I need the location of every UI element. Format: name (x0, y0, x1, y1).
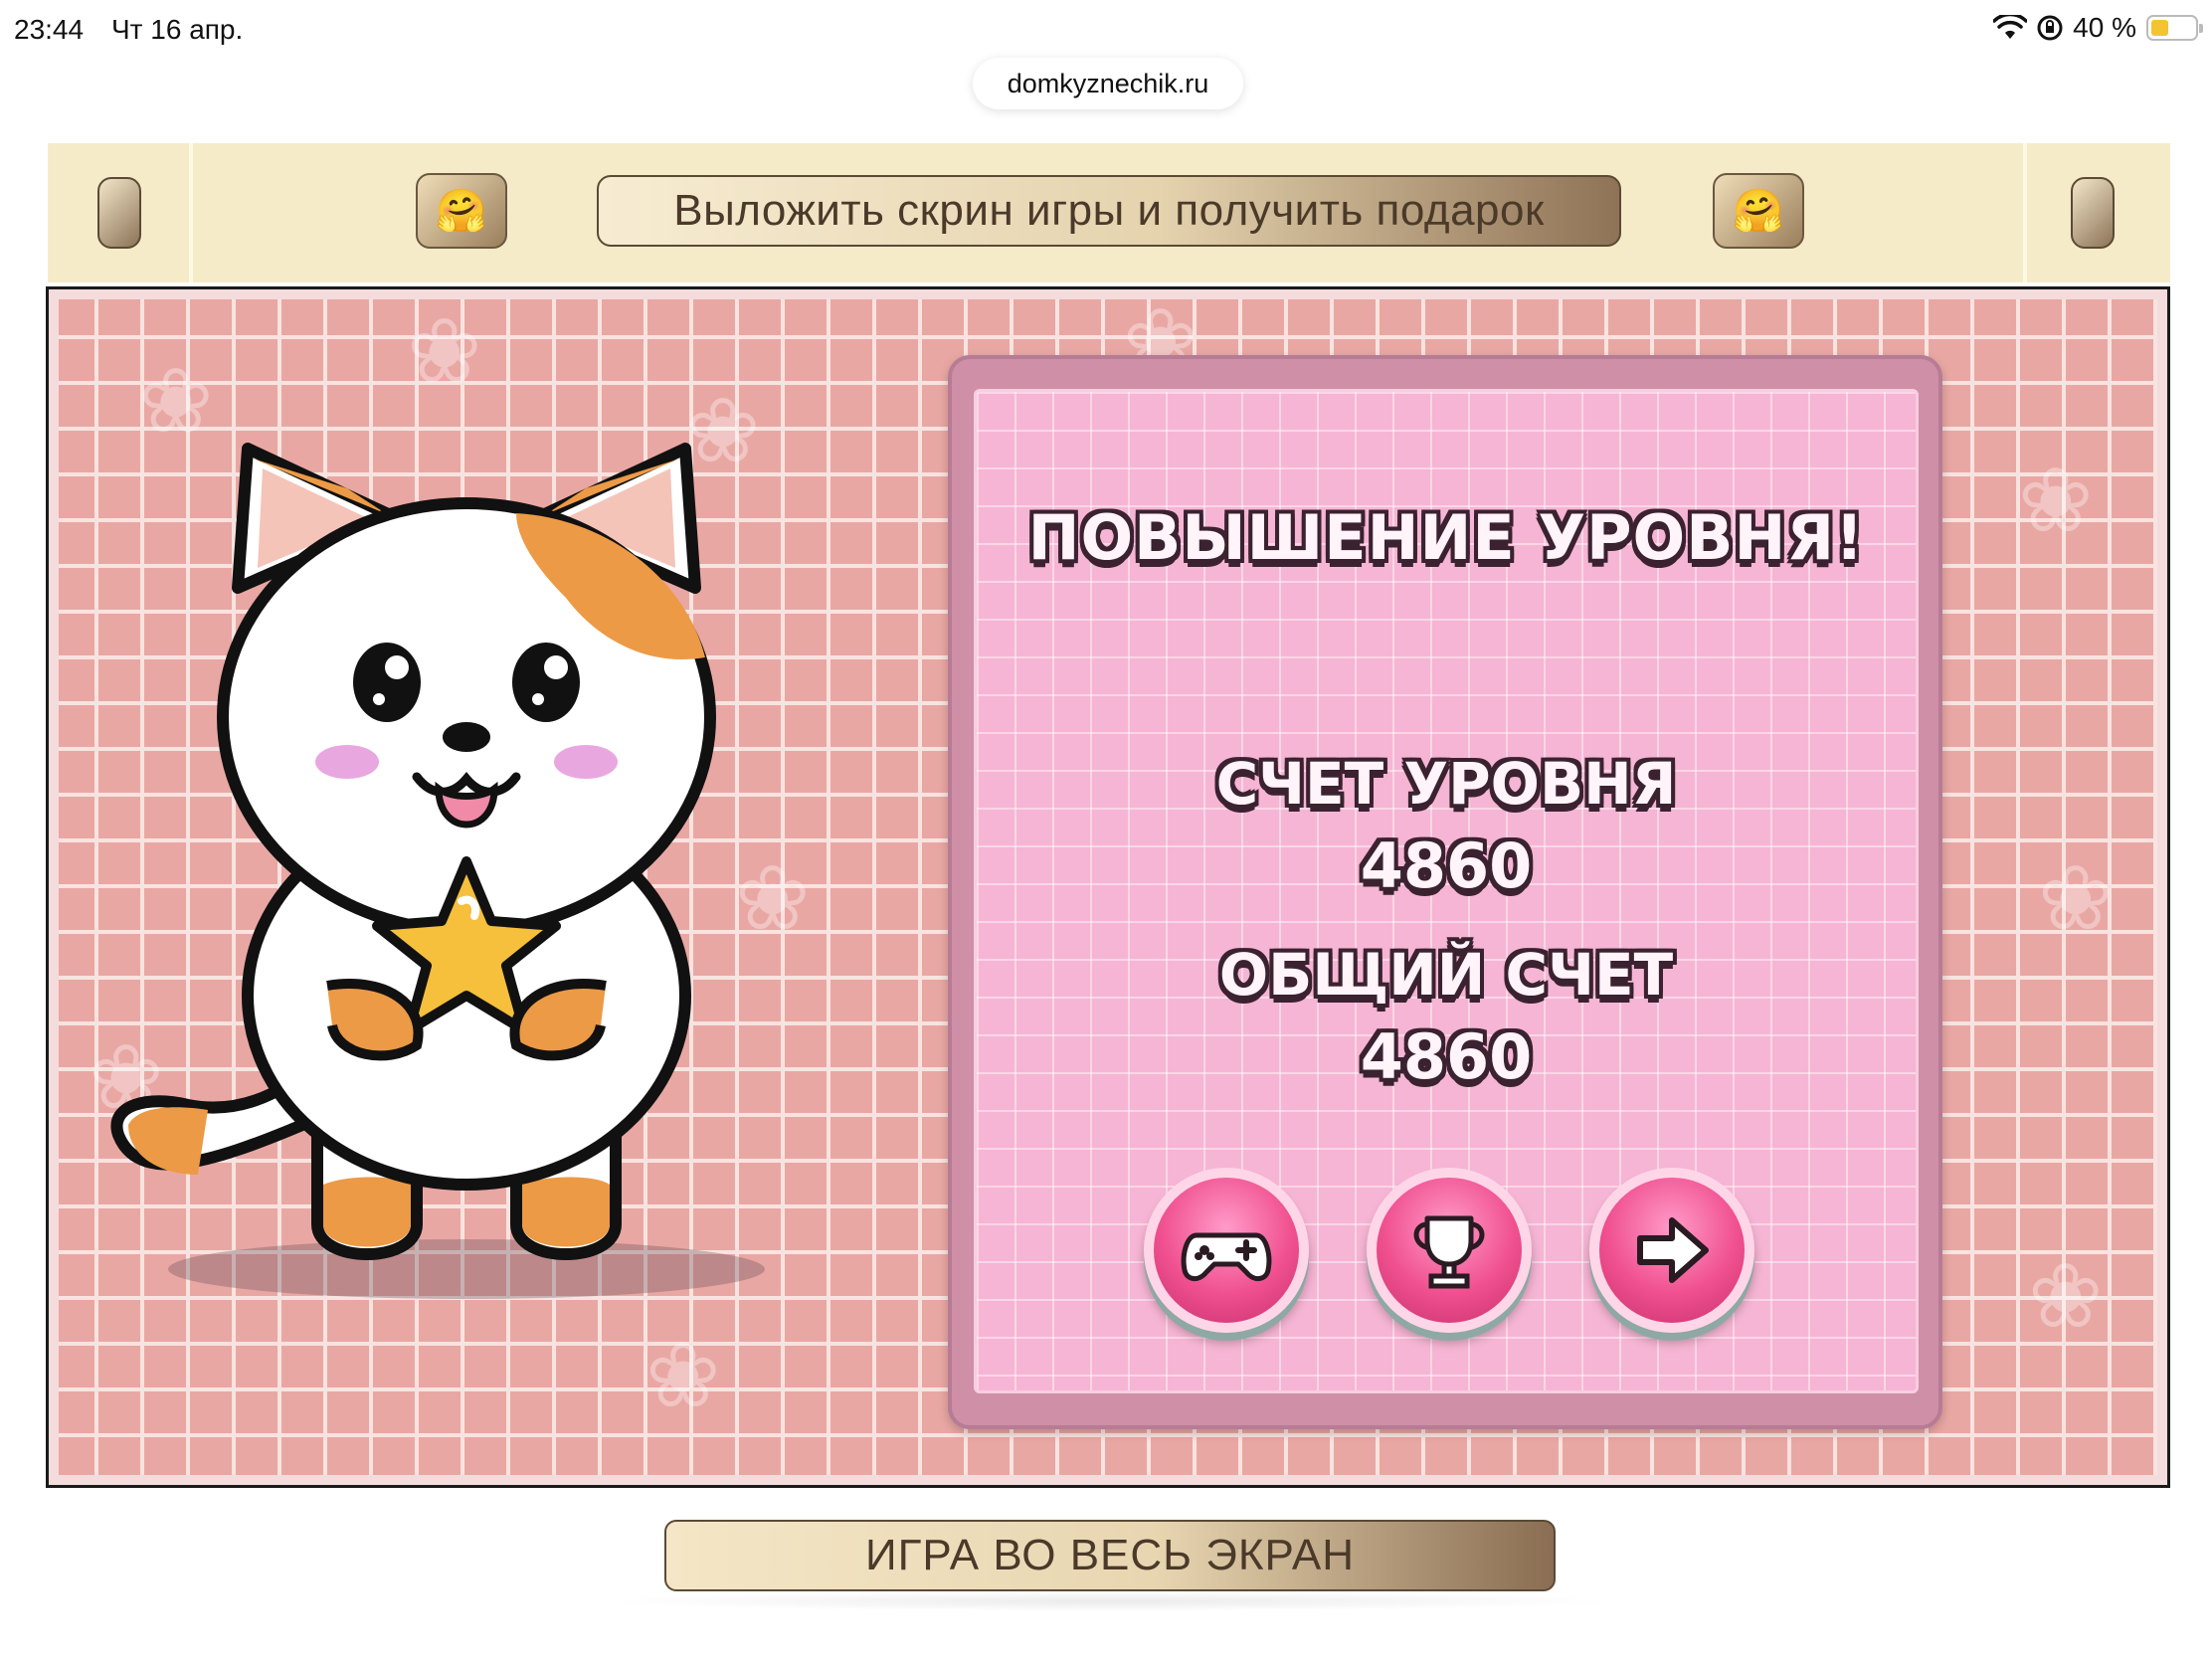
total-score-label: ОБЩИЙ СЧЕТ (1218, 941, 1674, 1009)
trophy-icon (1413, 1215, 1485, 1289)
level-up-panel: ПОВЫШЕНИЕ УРОВНЯ! СЧЕТ УРОВНЯ 4860 ОБЩИЙ… (948, 355, 1942, 1429)
fullscreen-shadow (597, 1591, 1621, 1611)
page: 23:44 Чт 16 апр. 40 % domkyznechik.ru 🤗 … (0, 0, 2212, 1659)
panel-title: ПОВЫШЕНИЕ УРОВНЯ! (1027, 501, 1865, 574)
hug-emoji-icon: 🤗 (1732, 186, 1785, 235)
status-date: Чт 16 апр. (111, 14, 244, 45)
paw-decor-icon: ❀ (2018, 449, 2094, 553)
banner-left-handle[interactable] (97, 177, 141, 249)
hug-emoji-button-right[interactable]: 🤗 (1713, 173, 1804, 249)
battery-fill (2151, 20, 2168, 36)
level-score-label: СЧЕТ УРОВНЯ (1215, 750, 1677, 818)
paw-decor-icon: ❀ (407, 299, 482, 404)
wifi-icon (1993, 15, 2028, 39)
hug-emoji-icon: 🤗 (435, 186, 488, 235)
level-score-value: 4860 (1360, 830, 1533, 902)
banner-divider-right (2023, 143, 2027, 282)
play-again-button[interactable] (1144, 1168, 1309, 1333)
battery-percent: 40 % (2073, 12, 2136, 43)
gamepad-icon (1181, 1232, 1272, 1281)
status-bar: 23:44 Чт 16 апр. 40 % (0, 0, 2212, 64)
leaderboard-button[interactable] (1367, 1168, 1532, 1333)
banner-right-handle[interactable] (2071, 177, 2115, 249)
fullscreen-button[interactable]: ИГРА ВО ВЕСЬ ЭКРАН (664, 1520, 1556, 1591)
arrow-right-icon (1637, 1217, 1709, 1283)
status-time: 23:44 (14, 14, 85, 45)
game-canvas[interactable]: ❀ ❀ ❀ ❀ ❀ ❀ ❀ ❀ ❀ ❀ ПОВЫШЕНИЕ УРОВНЯ! СЧ… (46, 286, 2170, 1488)
paw-decor-icon: ❀ (2028, 1244, 2104, 1349)
url-bar[interactable]: domkyznechik.ru (973, 58, 1243, 109)
total-score-value: 4860 (1360, 1020, 1533, 1093)
battery-icon (2146, 15, 2203, 41)
hug-emoji-button-left[interactable]: 🤗 (416, 173, 507, 249)
orientation-lock-icon (2037, 15, 2063, 41)
paw-decor-icon: ❀ (645, 1324, 721, 1428)
promo-button[interactable]: Выложить скрин игры и получить подарок (597, 175, 1621, 247)
status-right: 40 % (1993, 12, 2203, 44)
next-level-button[interactable] (1589, 1168, 1754, 1333)
cat-character (110, 443, 716, 1260)
paw-decor-icon: ❀ (2038, 846, 2114, 951)
banner-divider-left (189, 143, 193, 282)
level-up-panel-inner: ПОВЫШЕНИЕ УРОВНЯ! СЧЕТ УРОВНЯ 4860 ОБЩИЙ… (974, 389, 1919, 1393)
